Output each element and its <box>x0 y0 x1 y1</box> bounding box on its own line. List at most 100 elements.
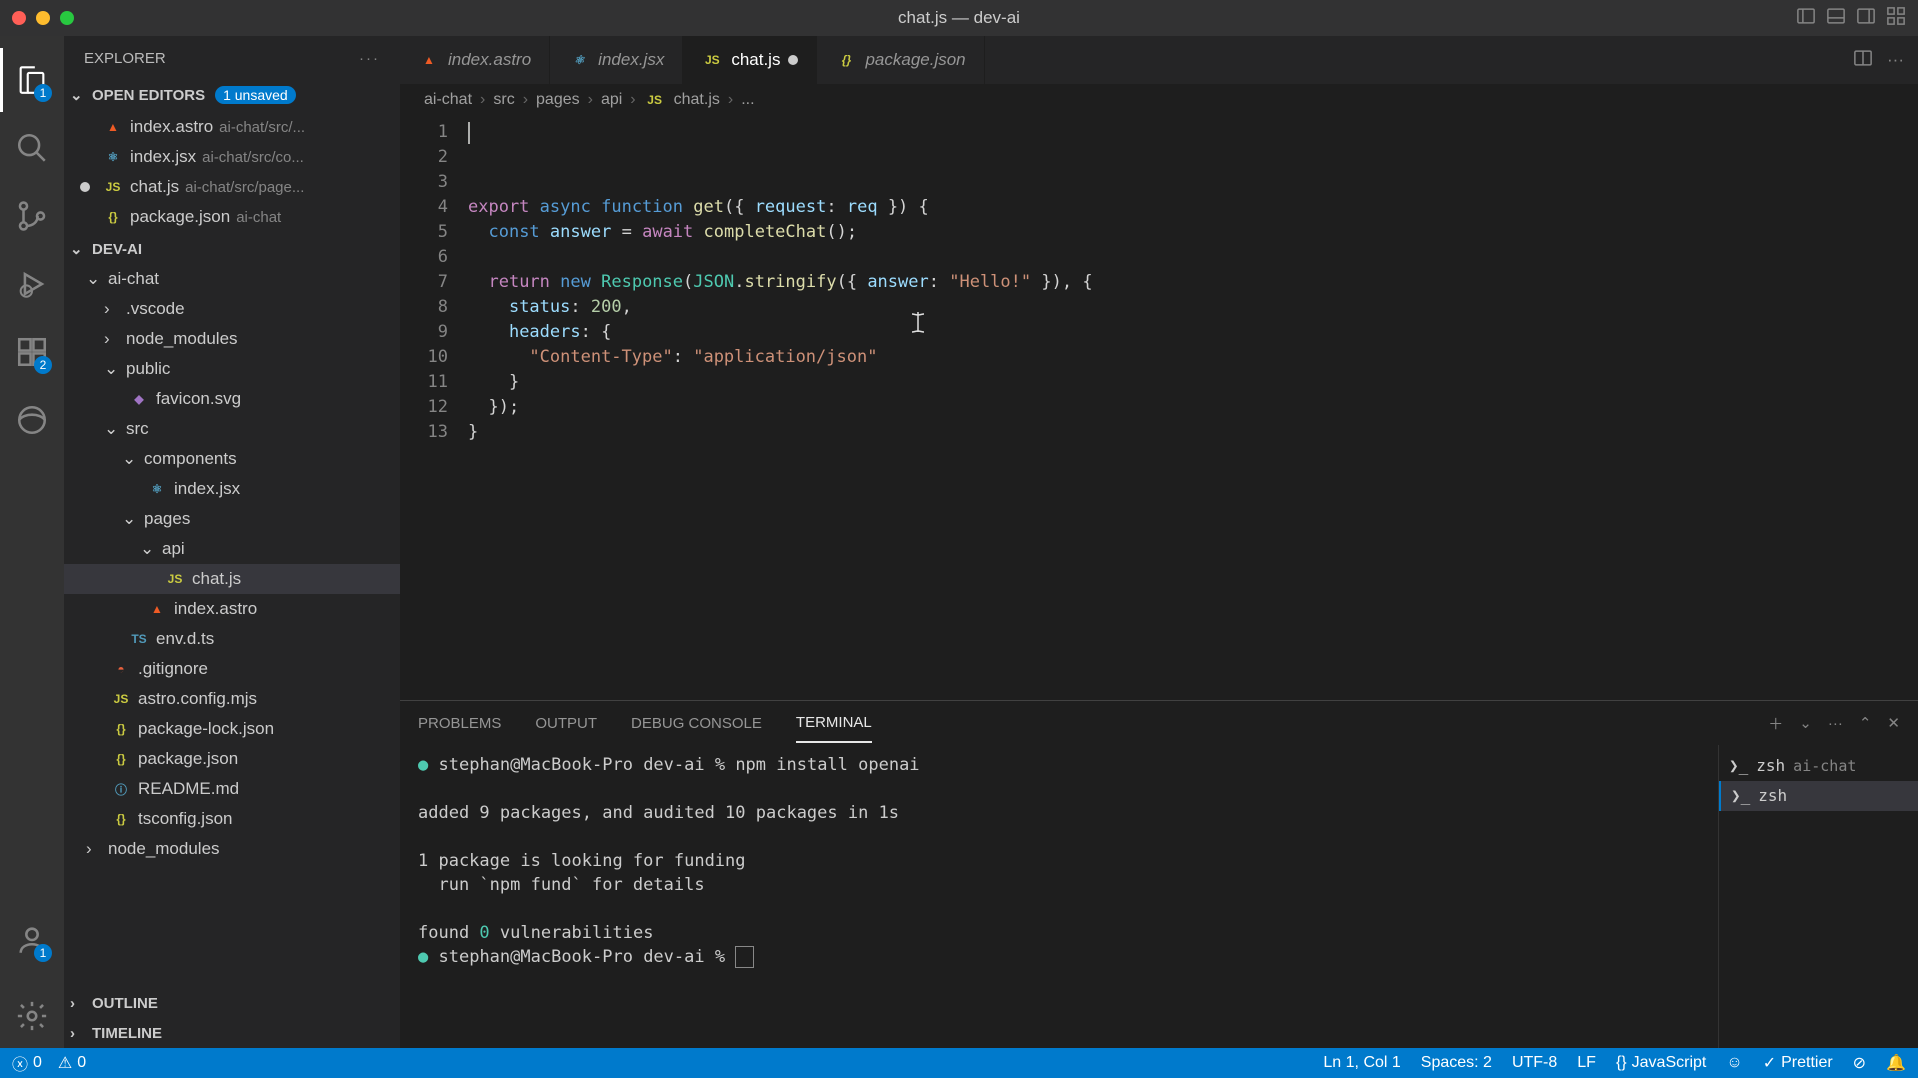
status-warnings[interactable]: ⚠0 <box>58 1053 86 1073</box>
panel-tab-terminal[interactable]: TERMINAL <box>796 704 872 743</box>
code-editor[interactable]: 12345678910111213 export async function … <box>400 116 1918 700</box>
breadcrumb[interactable]: ai-chat› src› pages› api› JS chat.js› ..… <box>400 84 1918 116</box>
layout-panel-icon[interactable] <box>1826 6 1846 31</box>
status-bell-icon[interactable]: 🔔 <box>1886 1053 1906 1073</box>
open-editor-item[interactable]: ⚛ index.jsx ai-chat/src/co... <box>64 142 400 172</box>
sidebar-more-icon[interactable]: ··· <box>359 50 380 67</box>
dirty-dot-icon <box>80 182 90 192</box>
extensions-badge: 2 <box>34 356 52 374</box>
tree-file[interactable]: ◆favicon.svg <box>64 384 400 414</box>
tree-folder[interactable]: ›node_modules <box>64 324 400 354</box>
open-editors-header[interactable]: ⌄ OPEN EDITORS 1 unsaved <box>64 80 400 110</box>
tree-folder[interactable]: ›.vscode <box>64 294 400 324</box>
check-icon: ✓ <box>1763 1053 1776 1073</box>
split-editor-icon[interactable] <box>1853 48 1873 73</box>
tree-file-selected[interactable]: JSchat.js <box>64 564 400 594</box>
close-panel-icon[interactable]: ✕ <box>1887 714 1900 732</box>
timeline-header[interactable]: › TIMELINE <box>64 1018 400 1048</box>
tree-file[interactable]: {}package-lock.json <box>64 714 400 744</box>
tree-file[interactable]: TSenv.d.ts <box>64 624 400 654</box>
activity-source-control[interactable] <box>0 184 64 248</box>
tab-chat-js[interactable]: JS chat.js <box>683 36 817 84</box>
unsaved-badge: 1 unsaved <box>215 86 296 104</box>
status-errors[interactable]: ⓧ0 <box>12 1051 42 1075</box>
window-maximize-button[interactable] <box>60 11 74 25</box>
status-copilot-icon[interactable]: ⊘ <box>1853 1053 1866 1073</box>
error-icon: ⓧ <box>12 1051 28 1075</box>
maximize-panel-icon[interactable]: ⌃ <box>1859 714 1872 732</box>
js-file-icon: JS <box>102 176 124 198</box>
open-editor-item[interactable]: ▲ index.astro ai-chat/src/... <box>64 112 400 142</box>
tree-file[interactable]: ⓘREADME.md <box>64 774 400 804</box>
tree-file[interactable]: {}tsconfig.json <box>64 804 400 834</box>
titlebar: chat.js — dev-ai <box>0 0 1918 36</box>
status-spaces[interactable]: Spaces: 2 <box>1421 1054 1492 1072</box>
layout-sidebar-right-icon[interactable] <box>1856 6 1876 31</box>
cursor-pointer-icon <box>908 310 928 334</box>
status-language[interactable]: {}JavaScript <box>1616 1054 1706 1072</box>
tree-folder[interactable]: ⌄public <box>64 354 400 384</box>
terminal-list-item[interactable]: ❯_ zsh ai-chat <box>1719 751 1918 781</box>
text-cursor <box>468 122 470 144</box>
panel-more-icon[interactable]: ··· <box>1828 715 1843 732</box>
ts-file-icon: TS <box>128 628 150 650</box>
minimap[interactable] <box>1902 116 1918 700</box>
tree-folder[interactable]: ⌄ai-chat <box>64 264 400 294</box>
tree-folder[interactable]: ⌄src <box>64 414 400 444</box>
tab-index-astro[interactable]: ▲ index.astro <box>400 36 550 84</box>
js-file-icon: JS <box>701 49 723 71</box>
json-file-icon: {} <box>102 206 124 228</box>
project-header[interactable]: ⌄ DEV-AI <box>64 234 400 264</box>
terminal-list-item[interactable]: ❯_ zsh <box>1719 781 1918 811</box>
activity-run-debug[interactable] <box>0 252 64 316</box>
terminal-list: ❯_ zsh ai-chat ❯_ zsh <box>1718 745 1918 1048</box>
activity-extensions[interactable]: 2 <box>0 320 64 384</box>
layout-sidebar-left-icon[interactable] <box>1796 6 1816 31</box>
tree-folder[interactable]: ⌄api <box>64 534 400 564</box>
customize-layout-icon[interactable] <box>1886 6 1906 31</box>
activity-search[interactable] <box>0 116 64 180</box>
tree-file[interactable]: {}package.json <box>64 744 400 774</box>
react-file-icon: ⚛ <box>568 49 590 71</box>
tree-file[interactable]: ◓.gitignore <box>64 654 400 684</box>
outline-header[interactable]: › OUTLINE <box>64 988 400 1018</box>
react-file-icon: ⚛ <box>102 146 124 168</box>
js-file-icon: JS <box>644 89 666 111</box>
window-minimize-button[interactable] <box>36 11 50 25</box>
tree-folder[interactable]: ›node_modules <box>64 834 400 864</box>
accounts-badge: 1 <box>34 944 52 962</box>
status-feedback-icon[interactable]: ☺ <box>1726 1054 1742 1072</box>
window-close-button[interactable] <box>12 11 26 25</box>
tree-folder[interactable]: ⌄components <box>64 444 400 474</box>
panel-tab-output[interactable]: OUTPUT <box>535 705 597 742</box>
tab-index-jsx[interactable]: ⚛ index.jsx <box>550 36 683 84</box>
activity-edge-icon[interactable] <box>0 388 64 452</box>
more-actions-icon[interactable]: ··· <box>1887 50 1904 70</box>
terminal-output[interactable]: ● stephan@MacBook-Pro dev-ai % npm insta… <box>400 745 1718 1048</box>
terminal-dropdown-icon[interactable]: ⌄ <box>1799 714 1812 732</box>
activity-accounts[interactable]: 1 <box>0 908 64 972</box>
activity-explorer[interactable]: 1 <box>0 48 64 112</box>
tree-folder[interactable]: ⌄pages <box>64 504 400 534</box>
panel-tab-debug[interactable]: DEBUG CONSOLE <box>631 705 762 742</box>
activity-manage-gear-icon[interactable] <box>0 984 64 1048</box>
status-lncol[interactable]: Ln 1, Col 1 <box>1323 1054 1400 1072</box>
status-eol[interactable]: LF <box>1577 1054 1596 1072</box>
status-prettier[interactable]: ✓Prettier <box>1763 1053 1833 1073</box>
tree-file[interactable]: ⚛index.jsx <box>64 474 400 504</box>
tree-file[interactable]: ▲index.astro <box>64 594 400 624</box>
chevron-right-icon: › <box>70 1025 88 1042</box>
open-editor-item[interactable]: {} package.json ai-chat <box>64 202 400 232</box>
open-editor-item[interactable]: JS chat.js ai-chat/src/page... <box>64 172 400 202</box>
tab-package-json[interactable]: {} package.json <box>817 36 984 84</box>
status-encoding[interactable]: UTF-8 <box>1512 1054 1557 1072</box>
window-title: chat.js — dev-ai <box>898 8 1020 28</box>
js-file-icon: JS <box>164 568 186 590</box>
new-terminal-icon[interactable]: ＋ <box>1768 713 1783 734</box>
editor-tabs: ▲ index.astro ⚛ index.jsx JS chat.js {} … <box>400 36 1918 84</box>
code-content[interactable]: export async function get({ request: req… <box>468 120 1918 700</box>
tree-file[interactable]: JSastro.config.mjs <box>64 684 400 714</box>
svg-file-icon: ◆ <box>128 388 150 410</box>
dirty-dot-icon <box>788 55 798 65</box>
panel-tab-problems[interactable]: PROBLEMS <box>418 705 501 742</box>
